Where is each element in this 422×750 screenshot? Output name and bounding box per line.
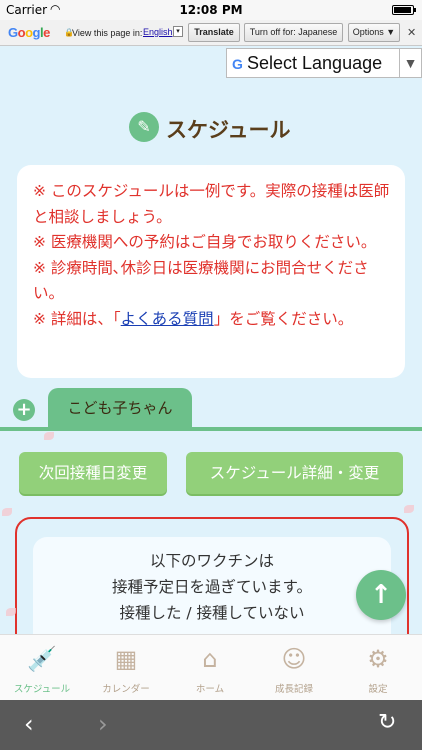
tab-label: ホーム [195,684,225,695]
forward-icon[interactable]: › [98,710,108,738]
battery-icon [392,5,416,15]
home-icon: ⌂ [202,645,218,673]
tab-underline [0,427,422,431]
notice-line: ※ 医療機関への予約はご自身でお取りください。 [33,233,377,251]
language-dropdown-arrow-icon[interactable]: ▾ [173,26,183,37]
language-select-value: Select Language [247,53,383,73]
turn-off-button[interactable]: Turn off for: Japanese [244,23,343,42]
options-button[interactable]: Options ▼ [348,23,400,42]
status-bar: Carrier ◠ 12:08 PM [0,0,422,20]
tab-child[interactable]: こども子ちゃん [48,388,192,428]
tab-label: 成長記録 [274,684,313,695]
syringe-icon: 💉 [27,645,57,673]
baby-face-icon: ☺ [281,645,307,673]
language-select[interactable]: G Select Language ▼ [226,48,422,78]
view-page-label: View this page in: [72,28,143,38]
calendar-icon: ▦ [114,645,138,673]
page-header: ✎ スケジュール [0,110,422,146]
back-icon[interactable]: ‹ [24,710,34,738]
notice-text: 」をご覧ください。 [213,309,354,328]
notice-text: ※ 詳細は、「 [33,309,121,328]
tab-label: カレンダー [102,684,150,695]
petal-decoration [2,508,12,516]
browser-toolbar: ‹ › ↻ [0,700,422,750]
tab-settings[interactable]: ⚙ 設定 [336,641,420,695]
tab-home[interactable]: ⌂ ホーム [168,641,252,695]
reload-icon[interactable]: ↻ [378,710,396,735]
alert-line: 接種した / 接種していない [119,604,305,622]
tab-schedule[interactable]: 💉 スケジュール [0,641,84,695]
faq-link[interactable]: よくある質問 [121,310,214,328]
tab-label: スケジュール [13,684,71,695]
scroll-to-top-button[interactable]: ↑ [356,570,406,620]
alert-line: 以下のワクチンは [149,552,274,570]
notice-line: ※ 詳細は、「よくある質問」をご覧ください。 [33,307,393,333]
gear-icon: ⚙ [367,645,389,673]
change-next-date-button[interactable]: 次回接種日変更 [19,452,167,494]
petal-decoration [6,608,16,616]
tab-growth[interactable]: ☺ 成長記録 [252,641,336,695]
target-language-link[interactable]: English [143,27,173,37]
google-g-icon: G [232,56,243,72]
pen-icon: ✎ [129,112,159,142]
google-translate-bar: Google 🔒 View this page in: English ▾ Tr… [0,20,422,46]
bottom-tab-bar: 💉 スケジュール ▦ カレンダー ⌂ ホーム ☺ 成長記録 ⚙ 設定 [0,634,422,700]
petal-decoration [404,505,414,513]
add-child-button[interactable]: + [13,399,35,421]
alert-line: 接種予定日を過ぎています。 [112,578,312,596]
arrow-up-icon: ↑ [370,580,392,610]
schedule-detail-button[interactable]: スケジュール詳細・変更 [186,452,403,494]
page-title: スケジュール [166,118,291,142]
close-icon[interactable]: ✕ [407,26,416,39]
translate-button[interactable]: Translate [188,23,240,42]
notice-box: ※ このスケジュールは一例です。実際の接種は医師と相談しましょう。 ※ 医療機関… [17,165,405,378]
google-logo: Google [8,25,50,40]
notice-line: ※ 診療時間､休診日は医療機関にお問合せください。 [33,258,369,303]
tab-label: 設定 [368,684,388,695]
chevron-down-icon: ▼ [399,49,421,77]
notice-line: ※ このスケジュールは一例です。実際の接種は医師と相談しましょう。 [33,182,390,226]
clock: 12:08 PM [179,3,243,17]
petal-decoration [44,432,54,440]
tab-calendar[interactable]: ▦ カレンダー [84,641,168,695]
